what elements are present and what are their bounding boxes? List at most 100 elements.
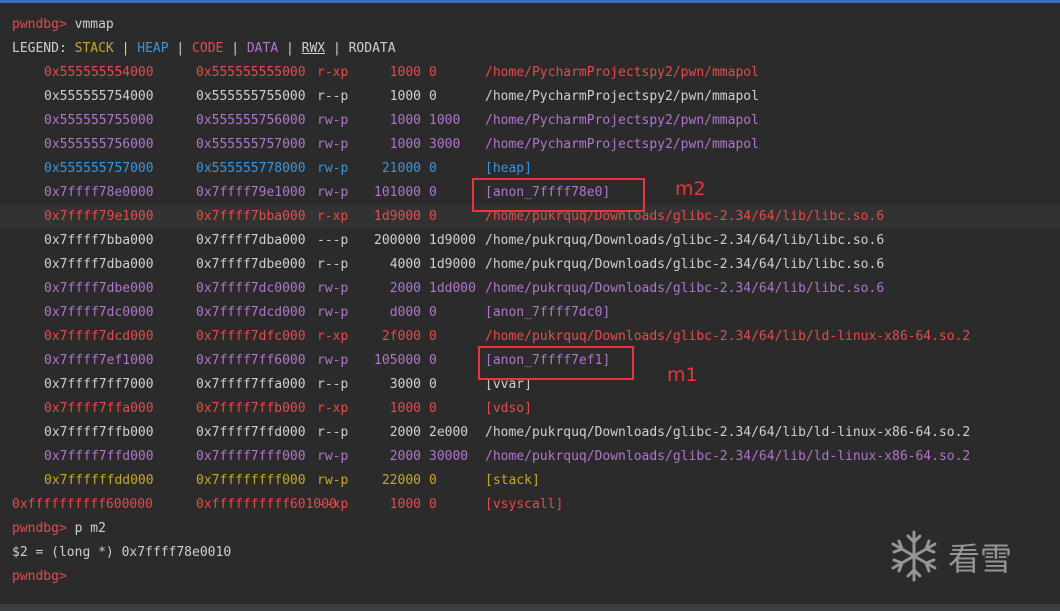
- start-address: 0x7ffff78e0000: [44, 185, 154, 200]
- legend-data: DATA: [246, 41, 279, 56]
- end-address: 0x7ffff7fff000: [196, 449, 306, 464]
- size: 1000: [389, 89, 421, 104]
- permissions: r-xp: [317, 209, 349, 224]
- size: 1000: [389, 113, 421, 128]
- end-address: 0x7ffffffff000: [196, 473, 306, 488]
- start-address: 0x7ffff7ffb000: [44, 425, 154, 440]
- path: /home/PycharmProjectspy2/pwn/mmapol: [485, 89, 759, 104]
- size: 1000: [389, 497, 421, 512]
- legend-separator: |: [285, 41, 294, 56]
- offset: 0: [429, 305, 437, 320]
- offset: 2e000: [429, 425, 469, 440]
- end-address: 0x7ffff7ffd000: [196, 425, 306, 440]
- size: 200000: [374, 233, 421, 248]
- permissions: rw-p: [317, 137, 349, 152]
- start-address: 0x555555757000: [44, 161, 154, 176]
- permissions: r-xp: [317, 65, 349, 80]
- offset: 0: [429, 473, 437, 488]
- start-address: 0x7ffffffdd000: [44, 473, 154, 488]
- prompt: pwndbg>: [12, 569, 67, 584]
- size: 1000: [389, 137, 421, 152]
- legend-heap: HEAP: [137, 41, 169, 56]
- size: 22000: [381, 473, 421, 488]
- offset: 1000: [429, 113, 461, 128]
- start-address: 0x555555756000: [44, 137, 154, 152]
- highlight-box-m1: [478, 346, 634, 380]
- end-address: 0x555555755000: [196, 89, 306, 104]
- legend-separator: |: [121, 41, 130, 56]
- permissions: r--p: [317, 89, 349, 104]
- offset: 1dd000: [429, 281, 476, 296]
- permissions: rw-p: [317, 353, 349, 368]
- permissions: rw-p: [317, 305, 349, 320]
- print-result: $2 = (long *) 0x7ffff78e0010: [12, 545, 232, 560]
- permissions: r--p: [317, 425, 349, 440]
- size: 2000: [389, 425, 421, 440]
- start-address: 0xffffffffff600000: [12, 497, 153, 512]
- start-address: 0x555555754000: [44, 89, 154, 104]
- offset: 0: [429, 89, 437, 104]
- offset: 0: [429, 185, 437, 200]
- offset: 0: [429, 161, 437, 176]
- end-address: 0x7ffff7dbe000: [196, 257, 306, 272]
- start-address: 0x7ffff7dc0000: [44, 305, 154, 320]
- prompt: pwndbg>: [12, 521, 67, 536]
- table-row: 0x555555755000 0x555555756000 rw-p 1000 1000…: [0, 109, 1060, 133]
- end-address: 0x7ffff7dba000: [196, 233, 306, 248]
- offset: 0: [429, 209, 437, 224]
- start-address: 0x7ffff7dbe000: [44, 281, 154, 296]
- end-address: 0x7ffff7dfc000: [196, 329, 306, 344]
- size: d000: [389, 305, 421, 320]
- end-address: 0x7ffff7bba000: [196, 209, 306, 224]
- offset: 3000: [429, 137, 461, 152]
- size: 2000: [389, 281, 421, 296]
- table-row: 0x7ffff7ffa000 0x7ffff7ffb000 r-xp 1000 0 [vd…: [0, 397, 1060, 421]
- table-row: 0x7ffff7ffb000 0x7ffff7ffd000 r--p 2000 2e00…: [0, 421, 1060, 445]
- path: /home/pukrquq/Downloads/glibc-2.34/64/li…: [485, 257, 885, 272]
- command-line-vmmap: pwndbg> vmmap: [12, 13, 114, 37]
- size: 101000: [374, 185, 421, 200]
- path: /home/pukrquq/Downloads/glibc-2.34/64/li…: [485, 233, 885, 248]
- permissions: --xp: [317, 497, 349, 512]
- path: /home/PycharmProjectspy2/pwn/mmapol: [485, 113, 759, 128]
- start-address: 0x7ffff7ff7000: [44, 377, 154, 392]
- legend-separator: |: [176, 41, 185, 56]
- start-address: 0x7ffff7dcd000: [44, 329, 154, 344]
- window-top-accent-bar: [0, 0, 1060, 3]
- end-address: 0x7ffff7ff6000: [196, 353, 306, 368]
- size: 1000: [389, 401, 421, 416]
- size: 4000: [389, 257, 421, 272]
- offset: 30000: [429, 449, 469, 464]
- highlight-box-m2: [472, 178, 645, 212]
- path: /home/PycharmProjectspy2/pwn/mmapol: [485, 137, 759, 152]
- start-address: 0x7ffff7ffd000: [44, 449, 154, 464]
- legend-line: LEGEND: STACK | HEAP | CODE | DATA | RWX…: [12, 37, 396, 61]
- start-address: 0x7ffff7ef1000: [44, 353, 154, 368]
- start-address: 0x7ffff7bba000: [44, 233, 154, 248]
- legend-label: LEGEND:: [12, 41, 67, 56]
- size: 3000: [389, 377, 421, 392]
- table-row: 0x7ffff7dba000 0x7ffff7dbe000 r--p 4000 1d90…: [0, 253, 1060, 277]
- permissions: rw-p: [317, 113, 349, 128]
- table-row: 0x7ffff7bba000 0x7ffff7dba000 ---p 200000 1d…: [0, 229, 1060, 253]
- legend-separator: |: [231, 41, 240, 56]
- legend-code: CODE: [192, 41, 224, 56]
- end-address: 0x555555555000: [196, 65, 306, 80]
- offset: 0: [429, 377, 437, 392]
- path: [vdso]: [485, 401, 532, 416]
- start-address: 0x555555755000: [44, 113, 154, 128]
- start-address: 0x555555554000: [44, 65, 154, 80]
- table-row: 0x555555756000 0x555555757000 rw-p 1000 3000…: [0, 133, 1060, 157]
- size: 2000: [389, 449, 421, 464]
- size: 1d9000: [374, 209, 421, 224]
- path: /home/pukrquq/Downloads/glibc-2.34/64/li…: [485, 425, 971, 440]
- permissions: rw-p: [317, 185, 349, 200]
- snowflake-icon: [891, 530, 937, 582]
- table-row: 0xffffffffff600000 0xffffffffff601000 --xp…: [0, 493, 1060, 517]
- table-row: 0x7ffff7ffd000 0x7ffff7fff000 rw-p 2000 3000…: [0, 445, 1060, 469]
- terminal-output[interactable]: pwndbg> vmmap LEGEND: STACK | HEAP | COD…: [0, 13, 1060, 593]
- end-address: 0x7ffff7dc0000: [196, 281, 306, 296]
- path: /home/pukrquq/Downloads/glibc-2.34/64/li…: [485, 449, 971, 464]
- bottom-scrollbar-track[interactable]: [0, 604, 1060, 611]
- start-address: 0x7ffff79e1000: [44, 209, 154, 224]
